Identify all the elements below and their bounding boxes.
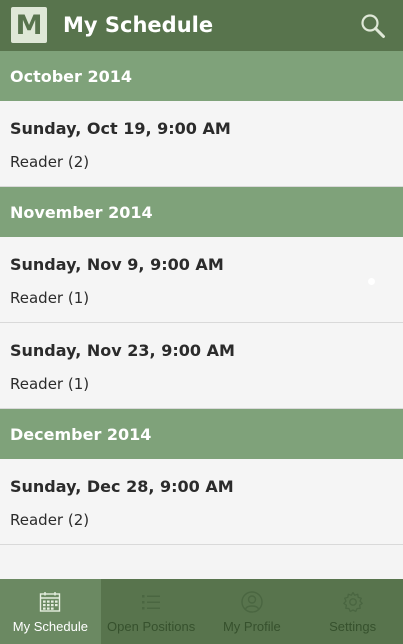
schedule-item[interactable]: Sunday, Dec 28, 9:00 AM Reader (2) <box>0 459 403 545</box>
tab-label: Open Positions <box>107 619 196 634</box>
app-bar: M My Schedule <box>0 0 403 51</box>
month-header: December 2014 <box>0 409 403 459</box>
schedule-item-date: Sunday, Nov 9, 9:00 AM <box>10 255 224 274</box>
schedule-item-role: Reader (2) <box>10 153 90 171</box>
tab-settings[interactable]: Settings <box>302 579 403 644</box>
month-header: October 2014 <box>0 51 403 101</box>
month-header-label: November 2014 <box>10 202 153 222</box>
logo-letter: M <box>15 9 43 41</box>
tab-label: Settings <box>329 619 377 634</box>
tab-my-schedule[interactable]: My Schedule <box>0 579 101 644</box>
profile-icon <box>241 591 263 613</box>
search-button[interactable] <box>356 9 390 43</box>
schedule-item[interactable]: Sunday, Nov 23, 9:00 AM Reader (1) <box>0 323 403 409</box>
schedule-item[interactable]: Sunday, Oct 19, 9:00 AM Reader (2) <box>0 101 403 187</box>
tab-label: My Profile <box>222 619 281 634</box>
list-icon <box>142 595 161 610</box>
tab-my-profile[interactable]: My Profile <box>202 579 303 644</box>
schedule-list: October 2014 Sunday, Oct 19, 9:00 AM Rea… <box>0 51 403 545</box>
schedule-item-role: Reader (1) <box>10 289 90 307</box>
calendar-icon <box>40 592 61 612</box>
schedule-item-date: Sunday, Oct 19, 9:00 AM <box>10 119 231 138</box>
month-header-label: October 2014 <box>10 66 133 86</box>
page-title: My Schedule <box>63 13 214 37</box>
month-header: November 2014 <box>0 187 403 237</box>
schedule-item-date: Sunday, Nov 23, 9:00 AM <box>10 341 235 360</box>
month-header-label: December 2014 <box>10 424 152 444</box>
gear-icon <box>342 591 363 613</box>
tab-open-positions[interactable]: Open Positions <box>101 579 202 644</box>
schedule-item-date: Sunday, Dec 28, 9:00 AM <box>10 477 234 496</box>
schedule-item-role: Reader (1) <box>10 375 90 393</box>
schedule-item[interactable]: Sunday, Nov 9, 9:00 AM Reader (1) <box>0 237 403 323</box>
touch-indicator-dot <box>368 278 375 285</box>
tab-label: My Schedule <box>12 619 88 634</box>
app-logo[interactable]: M <box>11 7 47 43</box>
bottom-nav: My Schedule Open Positions My Profile Se… <box>0 579 403 644</box>
schedule-item-role: Reader (2) <box>10 511 90 529</box>
search-icon <box>361 14 385 38</box>
